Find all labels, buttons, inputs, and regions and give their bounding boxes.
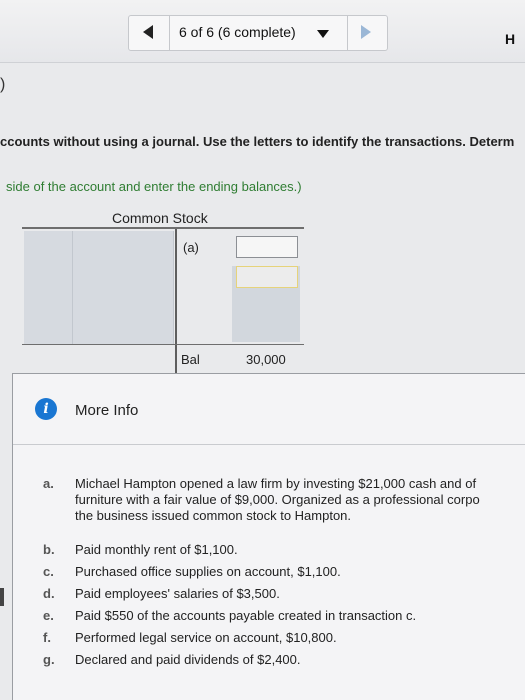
item-letter: d.	[43, 586, 55, 601]
left-edge-marker	[0, 588, 4, 606]
t-account-divider	[175, 229, 177, 375]
item-text: Paid $550 of the accounts payable create…	[75, 608, 417, 623]
pager-divider	[347, 16, 348, 50]
pager-divider	[169, 16, 170, 50]
debit-amount-cell[interactable]	[73, 231, 174, 345]
instruction-text: ccounts without using a journal. Use the…	[0, 134, 515, 149]
balance-value: 30,000	[246, 352, 286, 367]
previous-arrow-icon[interactable]	[143, 25, 153, 39]
t-account-title: Common Stock	[112, 210, 208, 226]
balance-label: Bal	[181, 352, 200, 367]
chevron-down-icon[interactable]	[317, 30, 329, 38]
info-icon: i	[35, 398, 57, 420]
credit-amount-input[interactable]	[236, 236, 298, 258]
item-line: Michael Hampton opened a law firm by inv…	[75, 476, 477, 491]
more-info-title: More Info	[75, 402, 139, 419]
item-letter: f.	[43, 630, 51, 645]
item-text: Performed legal service on account, $10,…	[75, 630, 337, 645]
item-text: Paid monthly rent of $1,100.	[75, 542, 238, 557]
t-account-top-rule	[22, 227, 304, 229]
text-fragment: )	[0, 76, 6, 93]
item-letter: e.	[43, 608, 54, 623]
item-letter: c.	[43, 564, 54, 579]
item-letter: g.	[43, 652, 55, 667]
item-line: the business issued common stock to Hamp…	[75, 508, 352, 523]
item-text: Declared and paid dividends of $2,400.	[75, 652, 301, 667]
entry-label-a: (a)	[183, 240, 199, 255]
item-text: Purchased office supplies on account, $1…	[75, 564, 341, 579]
t-account-debit-side	[24, 231, 174, 345]
brand-logo-partial: H	[505, 31, 516, 47]
debit-label-cell[interactable]	[24, 231, 73, 345]
item-text: Michael Hampton opened a law firm by inv…	[75, 476, 525, 524]
progress-label[interactable]: 6 of 6 (6 complete)	[179, 24, 296, 40]
item-letter: b.	[43, 542, 55, 557]
instruction-subtext: side of the account and enter the ending…	[6, 179, 302, 194]
top-bar: 6 of 6 (6 complete) H	[0, 0, 525, 63]
next-arrow-icon[interactable]	[361, 25, 371, 39]
item-line: furniture with a fair value of $9,000. O…	[75, 492, 480, 507]
more-info-header: i More Info	[13, 374, 525, 445]
t-account-balance-rule	[22, 344, 304, 345]
item-letter: a.	[43, 476, 54, 491]
more-info-panel: i More Info a. Michael Hampton opened a …	[12, 373, 525, 700]
credit-amount-input-2[interactable]	[236, 266, 298, 288]
question-pager: 6 of 6 (6 complete)	[128, 15, 388, 51]
item-text: Paid employees' salaries of $3,500.	[75, 586, 280, 601]
